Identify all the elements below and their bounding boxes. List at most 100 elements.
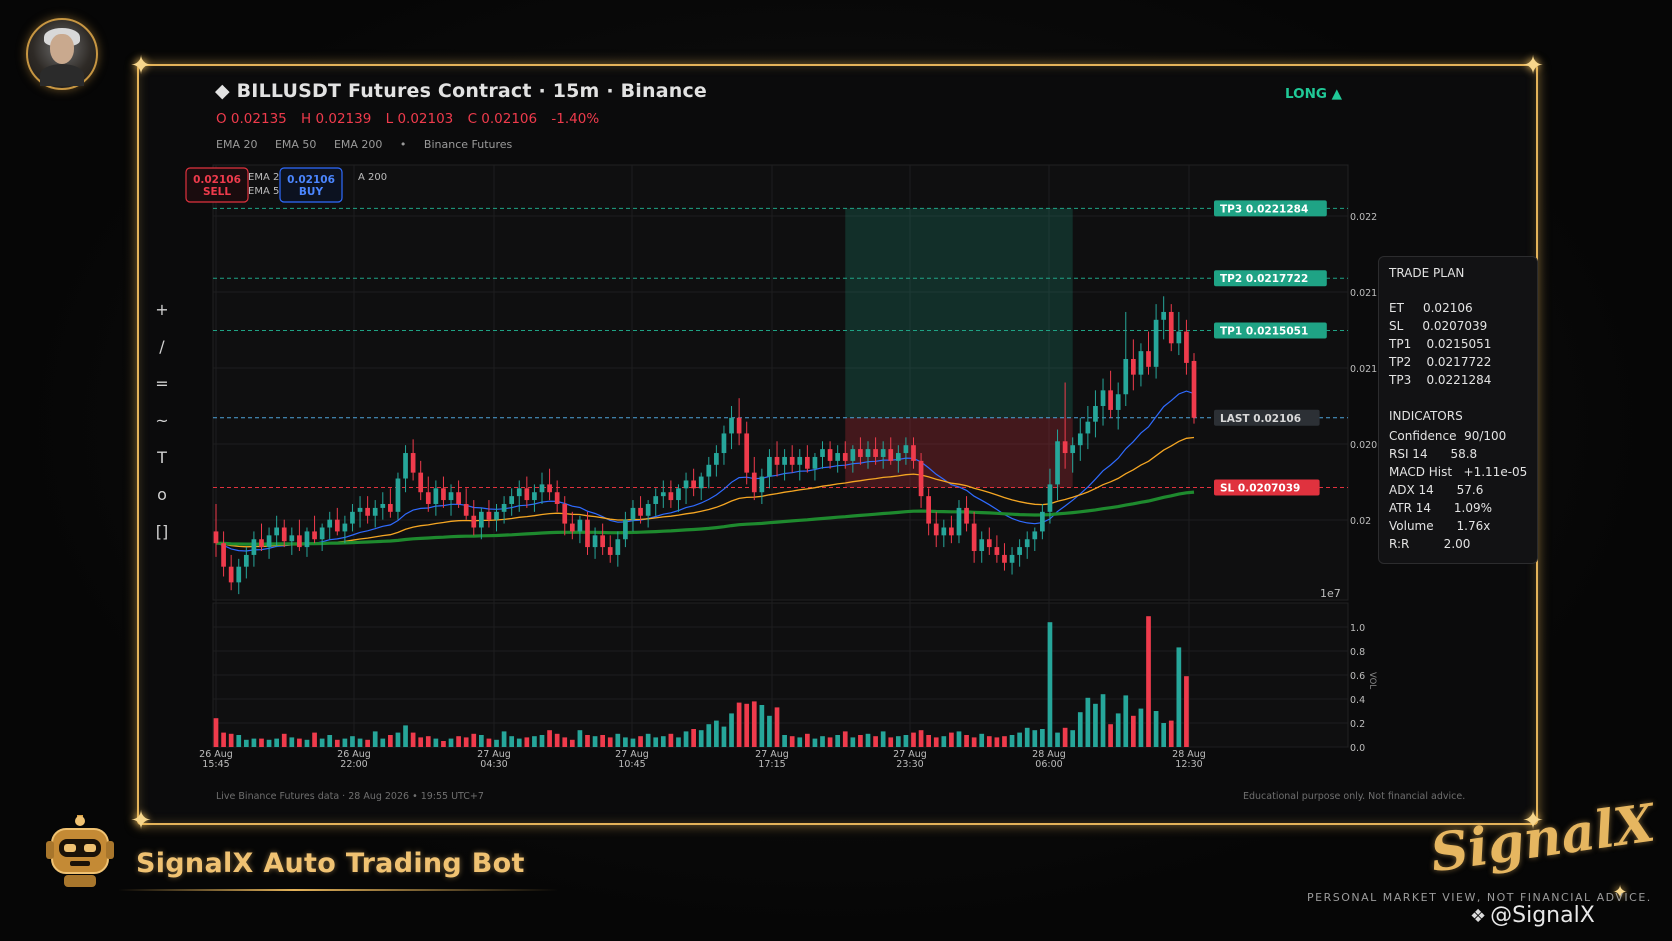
y-tick-label: 0.021 <box>1350 364 1377 375</box>
candle-body <box>410 453 416 473</box>
candle-body <box>797 456 803 465</box>
volume-tick-label: 0.2 <box>1350 719 1365 730</box>
candle-body <box>1108 390 1113 410</box>
candle-body <box>433 488 439 504</box>
volume-bar <box>251 738 257 747</box>
candle-body <box>516 488 522 497</box>
candle-body <box>1146 351 1151 367</box>
candle-body <box>281 527 287 542</box>
candle-body <box>971 523 977 552</box>
candle-body <box>486 511 492 520</box>
candle-body <box>789 456 795 465</box>
volume-bar <box>1161 723 1167 747</box>
candle-body <box>607 547 613 555</box>
volume-bar <box>509 736 515 747</box>
candle-body <box>289 535 295 542</box>
volume-bar <box>865 733 871 747</box>
indicator-macd: MACD Hist +1.11e-05 <box>1389 465 1528 479</box>
plan-row-sl: SL 0.0207039 <box>1389 319 1488 333</box>
volume-bar <box>297 738 302 747</box>
volume-bar <box>789 736 795 747</box>
buy-price: 0.02106 <box>287 174 335 186</box>
volume-bar <box>350 736 355 747</box>
candle-body <box>774 456 780 465</box>
volume-bar <box>986 736 992 747</box>
candle-body <box>585 519 590 548</box>
volume-bar <box>395 732 401 747</box>
candle-body <box>1017 547 1022 555</box>
indicator-rr: R:R 2.00 <box>1389 537 1471 551</box>
volume-bar <box>691 729 696 747</box>
buy-button[interactable]: 0.02106 BUY <box>279 167 343 203</box>
candle-body <box>1024 539 1030 548</box>
candle-body <box>1130 358 1136 375</box>
volume-bar <box>388 735 393 747</box>
plan-row-tp3: TP3 0.0221284 <box>1389 373 1492 387</box>
volume-bar <box>478 735 484 747</box>
candle-body <box>592 535 598 548</box>
volume-bar <box>259 738 264 747</box>
volume-bar <box>979 733 985 747</box>
volume-bar <box>668 733 674 747</box>
volume-bar <box>1093 703 1098 747</box>
volume-bar <box>577 730 583 747</box>
candle-body <box>638 507 643 516</box>
candle-body <box>562 503 568 524</box>
volume-bar <box>1108 724 1113 747</box>
candle-body <box>425 492 431 504</box>
candle-body <box>623 519 628 540</box>
volume-bar <box>638 736 643 747</box>
volume-bar <box>858 735 863 747</box>
candle-body <box>471 515 477 528</box>
volume-bar <box>554 733 560 747</box>
candle-body <box>494 511 499 520</box>
volume-bar <box>516 738 522 747</box>
volume-bar <box>623 737 628 747</box>
candle-body <box>547 484 552 493</box>
candle-body <box>357 507 363 512</box>
sell-button[interactable]: 0.02106 SELL <box>185 167 249 203</box>
volume-bar <box>736 702 742 747</box>
volume-bar <box>319 738 325 747</box>
x-tick-label: 06:00 <box>1035 759 1062 770</box>
volume-bar <box>759 705 765 747</box>
candle-body <box>858 449 863 457</box>
candle-body <box>683 480 689 489</box>
candle-body <box>297 535 302 548</box>
volume-bar <box>994 737 1000 747</box>
candle-body <box>1002 554 1007 563</box>
candle-body <box>539 484 545 493</box>
candle-body <box>767 456 772 477</box>
volume-bar <box>365 739 370 747</box>
indicator-atr: ATR 14 1.09% <box>1389 501 1493 515</box>
candle-body <box>524 488 530 501</box>
candle-body <box>850 449 856 461</box>
candle-body <box>964 507 969 524</box>
volume-bar <box>266 739 272 747</box>
candle-body <box>228 566 234 583</box>
candle-body <box>1009 554 1015 563</box>
y-tick-label: 0.022 <box>1350 212 1377 223</box>
volume-bar <box>880 731 886 747</box>
volume-bar <box>645 733 651 747</box>
volume-bar <box>441 741 446 747</box>
x-tick-label: 22:00 <box>340 759 367 770</box>
volume-bar <box>926 735 932 747</box>
candle-body <box>350 511 355 524</box>
volume-bar <box>274 738 280 747</box>
candle-body <box>441 488 446 501</box>
candle-body <box>645 503 651 516</box>
handle-text: @SignalX <box>1490 903 1595 928</box>
candle-body <box>388 503 393 512</box>
volume-bar <box>827 737 833 747</box>
candle-body <box>751 472 757 493</box>
x-tick-label: 12:30 <box>1175 759 1202 770</box>
volume-bar <box>592 736 598 747</box>
social-handle[interactable]: ❖ @SignalX <box>1470 903 1595 928</box>
candle-body <box>213 531 219 544</box>
volume-bar <box>873 736 878 747</box>
volume-bar <box>501 731 507 747</box>
candle-body <box>714 453 719 465</box>
volume-bar <box>895 736 901 747</box>
volume-bar <box>1009 735 1015 747</box>
